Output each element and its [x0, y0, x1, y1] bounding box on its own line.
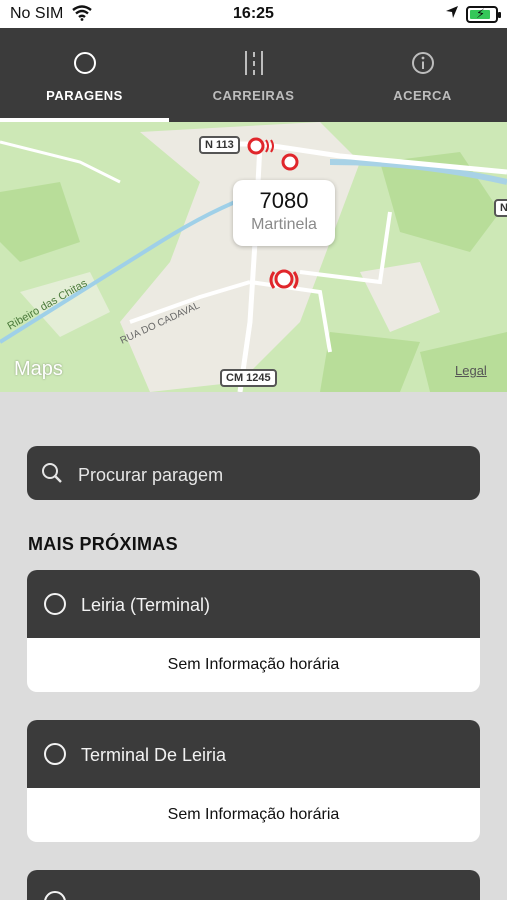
tab-label: CARREIRAS — [212, 88, 295, 103]
schedule-info: Sem Informação horária — [167, 656, 340, 673]
tab-label: ACERCA — [393, 88, 452, 103]
section-title: MAIS PRÓXIMAS — [28, 534, 178, 554]
circle-icon — [43, 742, 67, 771]
schedule-info: Sem Informação horária — [167, 806, 340, 823]
road-label: N 113 — [199, 136, 240, 154]
road-icon — [169, 50, 338, 76]
stop-name: Leiria (Terminal) — [81, 595, 211, 615]
tab-carreiras[interactable]: CARREIRAS — [169, 28, 338, 122]
search-placeholder: Procurar paragem — [78, 465, 224, 485]
circle-icon — [43, 890, 67, 900]
circle-icon — [0, 50, 169, 76]
info-icon — [338, 50, 507, 76]
tab-label: PARAGENS — [46, 88, 123, 103]
stop-card[interactable]: Leiria (Terminal) Sem Informação horária — [27, 570, 480, 692]
legal-link[interactable]: Legal — [455, 363, 487, 378]
map-tiles: Ribeiro das Chitas RUA DO CADAVAL — [0, 122, 507, 392]
stop-code: 7080 — [259, 188, 309, 213]
search-field[interactable]: Procurar paragem — [27, 446, 480, 500]
location-arrow-icon — [445, 5, 459, 24]
status-bar: No SIM 16:25 ⚡ — [0, 0, 507, 28]
stop-card[interactable] — [27, 870, 480, 900]
clock: 16:25 — [233, 5, 274, 22]
tab-paragens[interactable]: PARAGENS — [0, 28, 169, 122]
map-view[interactable]: Ribeiro das Chitas RUA DO CADAVAL N 113 … — [0, 122, 507, 392]
tab-bar: PARAGENS CARREIRAS ACERCA — [0, 28, 507, 122]
stop-card[interactable]: Terminal De Leiria Sem Informação horári… — [27, 720, 480, 842]
stop-card-header: Terminal De Leiria — [27, 720, 480, 788]
road-label: CM 1245 — [220, 369, 277, 387]
search-icon — [41, 462, 63, 489]
stop-card-header: Leiria (Terminal) — [27, 570, 480, 638]
bus-stop-marker[interactable] — [281, 153, 299, 171]
road-label: N — [494, 199, 507, 217]
stop-name: Martinela — [251, 216, 317, 233]
tab-acerca[interactable]: ACERCA — [338, 28, 507, 122]
stop-callout[interactable]: 7080 Martinela — [233, 180, 335, 246]
circle-icon — [43, 592, 67, 621]
stop-name: Terminal De Leiria — [81, 745, 227, 765]
bus-stop-marker[interactable] — [274, 269, 294, 289]
battery-icon: ⚡ — [466, 6, 501, 23]
apple-maps-logo: Maps — [14, 358, 63, 380]
stop-card-header — [27, 870, 480, 900]
bus-stop-marker[interactable] — [247, 137, 265, 155]
